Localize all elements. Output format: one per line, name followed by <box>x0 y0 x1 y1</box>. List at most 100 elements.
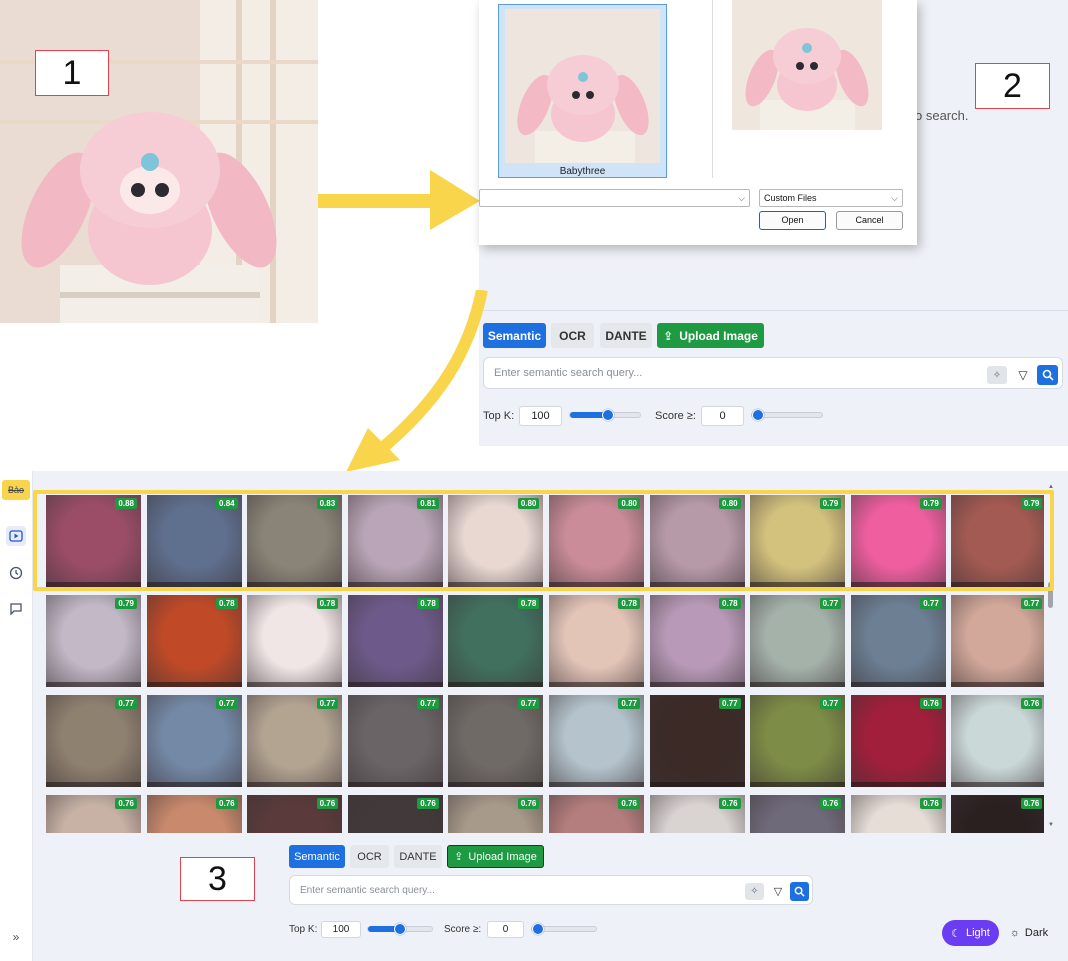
result-thumbnail[interactable]: 0.76 <box>850 695 946 787</box>
dante-mode-button[interactable]: DANTE <box>600 323 652 348</box>
slider-knob[interactable] <box>752 409 764 421</box>
score-badge: 0.78 <box>216 598 238 609</box>
score-badge: 0.77 <box>216 698 238 709</box>
result-thumbnail[interactable]: 0.77 <box>347 695 443 787</box>
file-preview <box>712 0 917 178</box>
score-badge: 0.76 <box>920 698 942 709</box>
score-badge: 0.78 <box>316 598 339 609</box>
score-badge: 0.76 <box>216 798 238 809</box>
caption-strip <box>347 682 443 687</box>
score-badge: 0.78 <box>618 598 640 609</box>
topk-slider[interactable] <box>367 923 433 935</box>
chevron-down-icon: ⌵ <box>738 193 745 203</box>
topk-input[interactable]: 100 <box>519 406 562 426</box>
upload-image-button[interactable]: ⇪ Upload Image <box>657 323 764 348</box>
topk-label: Top K: <box>289 924 318 935</box>
sparkle-icon[interactable]: ✧ <box>745 883 764 900</box>
semantic-mode-button[interactable]: Semantic <box>289 845 345 868</box>
top-results-highlight <box>33 490 1054 591</box>
search-icon[interactable] <box>790 882 809 901</box>
score-badge: 0.76 <box>618 798 640 809</box>
slider-knob[interactable] <box>394 923 406 935</box>
ocr-mode-button[interactable]: OCR <box>350 845 389 868</box>
result-thumbnail[interactable]: 0.77 <box>750 695 846 787</box>
upload-image-button[interactable]: ⇪ Upload Image <box>447 845 544 868</box>
result-thumbnail[interactable]: 0.77 <box>951 595 1044 687</box>
result-thumbnail[interactable]: 0.76 <box>549 795 644 833</box>
slider-knob[interactable] <box>602 409 614 421</box>
upload-icon: ⇪ <box>663 328 674 343</box>
result-thumbnail[interactable]: 0.76 <box>448 795 544 833</box>
result-thumbnail[interactable]: 0.78 <box>347 595 443 687</box>
ocr-mode-button[interactable]: OCR <box>551 323 594 348</box>
result-thumbnail[interactable]: 0.76 <box>347 795 443 833</box>
scroll-down-icon[interactable]: ▼ <box>1048 822 1054 828</box>
result-thumbnail[interactable]: 0.79 <box>46 595 141 687</box>
topk-input[interactable]: 100 <box>321 921 361 938</box>
result-thumbnail[interactable]: 0.77 <box>649 695 745 787</box>
topk-slider[interactable] <box>569 409 641 421</box>
result-thumbnail[interactable]: 0.78 <box>247 595 343 687</box>
user-badge[interactable]: Bảo <box>2 480 30 500</box>
score-badge: 0.78 <box>719 598 741 609</box>
result-thumbnail[interactable]: 0.77 <box>549 695 644 787</box>
sparkle-icon[interactable]: ✧ <box>987 366 1007 384</box>
clock-icon[interactable] <box>6 563 26 583</box>
slider-knob[interactable] <box>532 923 544 935</box>
result-thumbnail[interactable]: 0.78 <box>146 595 242 687</box>
score-input[interactable]: 0 <box>701 406 744 426</box>
composite-figure: 1 o search. Babythree ⌵ Custom Files ⌵ O… <box>0 0 1068 961</box>
score-badge: 0.76 <box>920 798 942 809</box>
file-name-input[interactable]: ⌵ <box>479 189 750 207</box>
expand-sidebar-icon[interactable]: » <box>6 927 26 947</box>
search-icon[interactable] <box>1037 365 1058 385</box>
callout-1: 1 <box>35 50 109 96</box>
result-thumbnail[interactable]: 0.77 <box>146 695 242 787</box>
dark-theme-button[interactable]: ☼ Dark <box>1003 920 1055 946</box>
video-icon[interactable] <box>6 526 26 546</box>
caption-strip <box>951 782 1044 787</box>
sun-icon: ☼ <box>1009 927 1020 939</box>
score-badge: 0.76 <box>819 798 842 809</box>
score-badge: 0.77 <box>618 698 640 709</box>
result-thumbnail[interactable]: 0.77 <box>448 695 544 787</box>
callout-3: 3 <box>180 857 255 901</box>
result-thumbnail[interactable]: 0.76 <box>951 695 1044 787</box>
result-thumbnail[interactable]: 0.76 <box>649 795 745 833</box>
score-badge: 0.76 <box>1020 698 1043 709</box>
score-input[interactable]: 0 <box>487 921 524 938</box>
result-thumbnail[interactable]: 0.77 <box>46 695 141 787</box>
filter-icon[interactable]: ▽ <box>1013 366 1033 384</box>
score-badge: 0.76 <box>719 798 741 809</box>
score-slider[interactable] <box>751 409 823 421</box>
result-thumbnail[interactable]: 0.77 <box>850 595 946 687</box>
search-input[interactable]: Enter semantic search query... ✧ ▽ <box>289 875 813 905</box>
caption-strip <box>750 682 846 687</box>
caption-strip <box>750 782 846 787</box>
light-theme-button[interactable]: ☾ Light <box>942 920 999 946</box>
result-thumbnail[interactable]: 0.78 <box>448 595 544 687</box>
chat-icon[interactable] <box>6 599 26 619</box>
score-badge: 0.76 <box>1020 798 1043 809</box>
score-slider[interactable] <box>531 923 597 935</box>
result-thumbnail[interactable]: 0.77 <box>750 595 846 687</box>
result-thumbnail[interactable]: 0.76 <box>850 795 946 833</box>
filter-icon[interactable]: ▽ <box>769 883 787 900</box>
dante-mode-button[interactable]: DANTE <box>394 845 442 868</box>
result-thumbnail[interactable]: 0.78 <box>649 595 745 687</box>
search-input[interactable]: Enter semantic search query... ✧ ▽ <box>483 357 1063 389</box>
result-thumbnail[interactable]: 0.76 <box>247 795 343 833</box>
file-type-select[interactable]: Custom Files ⌵ <box>759 189 903 207</box>
file-item-selected[interactable]: Babythree <box>498 4 667 178</box>
result-thumbnail[interactable]: 0.76 <box>46 795 141 833</box>
score-badge: 0.77 <box>920 598 942 609</box>
cancel-button[interactable]: Cancel <box>836 211 903 230</box>
result-thumbnail[interactable]: 0.76 <box>146 795 242 833</box>
open-button[interactable]: Open <box>759 211 826 230</box>
result-thumbnail[interactable]: 0.76 <box>951 795 1044 833</box>
result-thumbnail[interactable]: 0.77 <box>247 695 343 787</box>
result-thumbnail[interactable]: 0.76 <box>750 795 846 833</box>
score-badge: 0.77 <box>719 698 741 709</box>
result-thumbnail[interactable]: 0.78 <box>549 595 644 687</box>
caption-strip <box>46 782 141 787</box>
